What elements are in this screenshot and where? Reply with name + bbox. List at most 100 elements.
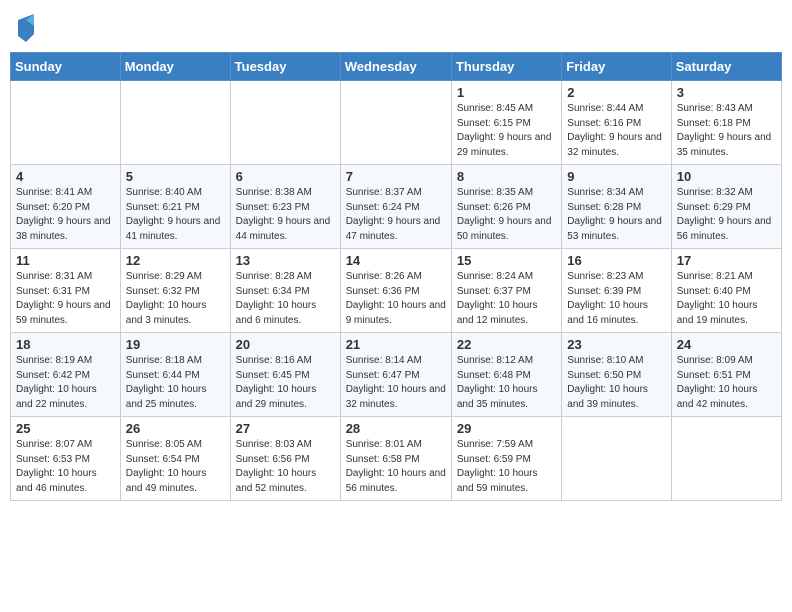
day-number: 16 — [567, 253, 665, 268]
day-of-week-header: Tuesday — [230, 53, 340, 81]
calendar-cell — [340, 81, 451, 165]
day-info: Sunrise: 8:32 AM Sunset: 6:29 PM Dayligh… — [677, 186, 776, 244]
day-number: 2 — [567, 85, 665, 100]
day-info: Sunrise: 8:41 AM Sunset: 6:20 PM Dayligh… — [16, 186, 115, 244]
day-number: 23 — [567, 337, 665, 352]
day-number: 27 — [236, 421, 335, 436]
calendar-week-row: 18 Sunrise: 8:19 AM Sunset: 6:42 PM Dayli… — [11, 333, 782, 417]
day-info: Sunrise: 8:19 AM Sunset: 6:42 PM Dayligh… — [16, 354, 115, 412]
day-number: 17 — [677, 253, 776, 268]
calendar-cell — [11, 81, 121, 165]
calendar-week-row: 25 Sunrise: 8:07 AM Sunset: 6:53 PM Dayli… — [11, 417, 782, 501]
calendar-cell: 22 Sunrise: 8:12 AM Sunset: 6:48 PM Dayli… — [451, 333, 561, 417]
day-number: 5 — [126, 169, 225, 184]
calendar-cell — [562, 417, 671, 501]
day-info: Sunrise: 8:40 AM Sunset: 6:21 PM Dayligh… — [126, 186, 225, 244]
day-info: Sunrise: 8:28 AM Sunset: 6:34 PM Dayligh… — [236, 270, 335, 328]
day-info: Sunrise: 8:01 AM Sunset: 6:58 PM Dayligh… — [346, 438, 446, 496]
day-info: Sunrise: 8:29 AM Sunset: 6:32 PM Dayligh… — [126, 270, 225, 328]
calendar-cell: 9 Sunrise: 8:34 AM Sunset: 6:28 PM Daylig… — [562, 165, 671, 249]
day-info: Sunrise: 8:12 AM Sunset: 6:48 PM Dayligh… — [457, 354, 556, 412]
calendar-cell: 5 Sunrise: 8:40 AM Sunset: 6:21 PM Daylig… — [120, 165, 230, 249]
day-number: 1 — [457, 85, 556, 100]
calendar-cell — [671, 417, 781, 501]
calendar-cell: 7 Sunrise: 8:37 AM Sunset: 6:24 PM Daylig… — [340, 165, 451, 249]
day-info: Sunrise: 8:44 AM Sunset: 6:16 PM Dayligh… — [567, 102, 665, 160]
calendar-week-row: 4 Sunrise: 8:41 AM Sunset: 6:20 PM Daylig… — [11, 165, 782, 249]
calendar-cell: 3 Sunrise: 8:43 AM Sunset: 6:18 PM Daylig… — [671, 81, 781, 165]
day-info: Sunrise: 8:26 AM Sunset: 6:36 PM Dayligh… — [346, 270, 446, 328]
day-number: 7 — [346, 169, 446, 184]
calendar-cell: 20 Sunrise: 8:16 AM Sunset: 6:45 PM Dayli… — [230, 333, 340, 417]
day-info: Sunrise: 7:59 AM Sunset: 6:59 PM Dayligh… — [457, 438, 556, 496]
day-of-week-header: Monday — [120, 53, 230, 81]
day-number: 9 — [567, 169, 665, 184]
calendar-cell: 11 Sunrise: 8:31 AM Sunset: 6:31 PM Dayli… — [11, 249, 121, 333]
day-info: Sunrise: 8:10 AM Sunset: 6:50 PM Dayligh… — [567, 354, 665, 412]
day-number: 22 — [457, 337, 556, 352]
day-number: 8 — [457, 169, 556, 184]
calendar-cell: 24 Sunrise: 8:09 AM Sunset: 6:51 PM Dayli… — [671, 333, 781, 417]
day-info: Sunrise: 8:09 AM Sunset: 6:51 PM Dayligh… — [677, 354, 776, 412]
day-info: Sunrise: 8:34 AM Sunset: 6:28 PM Dayligh… — [567, 186, 665, 244]
day-info: Sunrise: 8:23 AM Sunset: 6:39 PM Dayligh… — [567, 270, 665, 328]
day-of-week-header: Friday — [562, 53, 671, 81]
day-of-week-header: Saturday — [671, 53, 781, 81]
day-number: 19 — [126, 337, 225, 352]
day-number: 20 — [236, 337, 335, 352]
calendar-week-row: 11 Sunrise: 8:31 AM Sunset: 6:31 PM Dayli… — [11, 249, 782, 333]
calendar-cell: 13 Sunrise: 8:28 AM Sunset: 6:34 PM Dayli… — [230, 249, 340, 333]
calendar-cell: 29 Sunrise: 7:59 AM Sunset: 6:59 PM Dayli… — [451, 417, 561, 501]
day-number: 29 — [457, 421, 556, 436]
calendar-cell: 21 Sunrise: 8:14 AM Sunset: 6:47 PM Dayli… — [340, 333, 451, 417]
calendar-cell: 25 Sunrise: 8:07 AM Sunset: 6:53 PM Dayli… — [11, 417, 121, 501]
day-number: 11 — [16, 253, 115, 268]
calendar-cell: 8 Sunrise: 8:35 AM Sunset: 6:26 PM Daylig… — [451, 165, 561, 249]
day-info: Sunrise: 8:14 AM Sunset: 6:47 PM Dayligh… — [346, 354, 446, 412]
calendar-cell — [120, 81, 230, 165]
day-info: Sunrise: 8:21 AM Sunset: 6:40 PM Dayligh… — [677, 270, 776, 328]
day-number: 6 — [236, 169, 335, 184]
day-number: 10 — [677, 169, 776, 184]
calendar-cell: 26 Sunrise: 8:05 AM Sunset: 6:54 PM Dayli… — [120, 417, 230, 501]
day-number: 13 — [236, 253, 335, 268]
calendar-cell: 14 Sunrise: 8:26 AM Sunset: 6:36 PM Dayli… — [340, 249, 451, 333]
day-info: Sunrise: 8:18 AM Sunset: 6:44 PM Dayligh… — [126, 354, 225, 412]
calendar-cell: 1 Sunrise: 8:45 AM Sunset: 6:15 PM Daylig… — [451, 81, 561, 165]
calendar-cell: 6 Sunrise: 8:38 AM Sunset: 6:23 PM Daylig… — [230, 165, 340, 249]
day-number: 21 — [346, 337, 446, 352]
calendar-cell — [230, 81, 340, 165]
day-info: Sunrise: 8:45 AM Sunset: 6:15 PM Dayligh… — [457, 102, 556, 160]
calendar-cell: 4 Sunrise: 8:41 AM Sunset: 6:20 PM Daylig… — [11, 165, 121, 249]
day-info: Sunrise: 8:38 AM Sunset: 6:23 PM Dayligh… — [236, 186, 335, 244]
calendar-cell: 2 Sunrise: 8:44 AM Sunset: 6:16 PM Daylig… — [562, 81, 671, 165]
day-info: Sunrise: 8:16 AM Sunset: 6:45 PM Dayligh… — [236, 354, 335, 412]
day-info: Sunrise: 8:07 AM Sunset: 6:53 PM Dayligh… — [16, 438, 115, 496]
calendar-cell: 17 Sunrise: 8:21 AM Sunset: 6:40 PM Dayli… — [671, 249, 781, 333]
day-info: Sunrise: 8:43 AM Sunset: 6:18 PM Dayligh… — [677, 102, 776, 160]
day-number: 25 — [16, 421, 115, 436]
day-of-week-header: Sunday — [11, 53, 121, 81]
day-info: Sunrise: 8:31 AM Sunset: 6:31 PM Dayligh… — [16, 270, 115, 328]
calendar-table: SundayMondayTuesdayWednesdayThursdayFrid… — [10, 52, 782, 501]
day-number: 4 — [16, 169, 115, 184]
day-info: Sunrise: 8:37 AM Sunset: 6:24 PM Dayligh… — [346, 186, 446, 244]
calendar-cell: 10 Sunrise: 8:32 AM Sunset: 6:29 PM Dayli… — [671, 165, 781, 249]
day-number: 14 — [346, 253, 446, 268]
day-of-week-header: Wednesday — [340, 53, 451, 81]
day-number: 15 — [457, 253, 556, 268]
page-header — [10, 10, 782, 44]
day-info: Sunrise: 8:05 AM Sunset: 6:54 PM Dayligh… — [126, 438, 225, 496]
calendar-cell: 12Sunrise: 8:29 AM Sunset: 6:32 PM Dayli… — [120, 249, 230, 333]
day-number: 3 — [677, 85, 776, 100]
day-number: 24 — [677, 337, 776, 352]
calendar-cell: 18 Sunrise: 8:19 AM Sunset: 6:42 PM Dayli… — [11, 333, 121, 417]
day-number: 26 — [126, 421, 225, 436]
day-info: Sunrise: 8:24 AM Sunset: 6:37 PM Dayligh… — [457, 270, 556, 328]
day-number: 18 — [16, 337, 115, 352]
day-info: Sunrise: 8:35 AM Sunset: 6:26 PM Dayligh… — [457, 186, 556, 244]
logo-icon — [16, 14, 36, 44]
calendar-cell: 27Sunrise: 8:03 AM Sunset: 6:56 PM Dayli… — [230, 417, 340, 501]
calendar-cell: 19 Sunrise: 8:18 AM Sunset: 6:44 PM Dayli… — [120, 333, 230, 417]
calendar-cell: 15 Sunrise: 8:24 AM Sunset: 6:37 PM Dayli… — [451, 249, 561, 333]
